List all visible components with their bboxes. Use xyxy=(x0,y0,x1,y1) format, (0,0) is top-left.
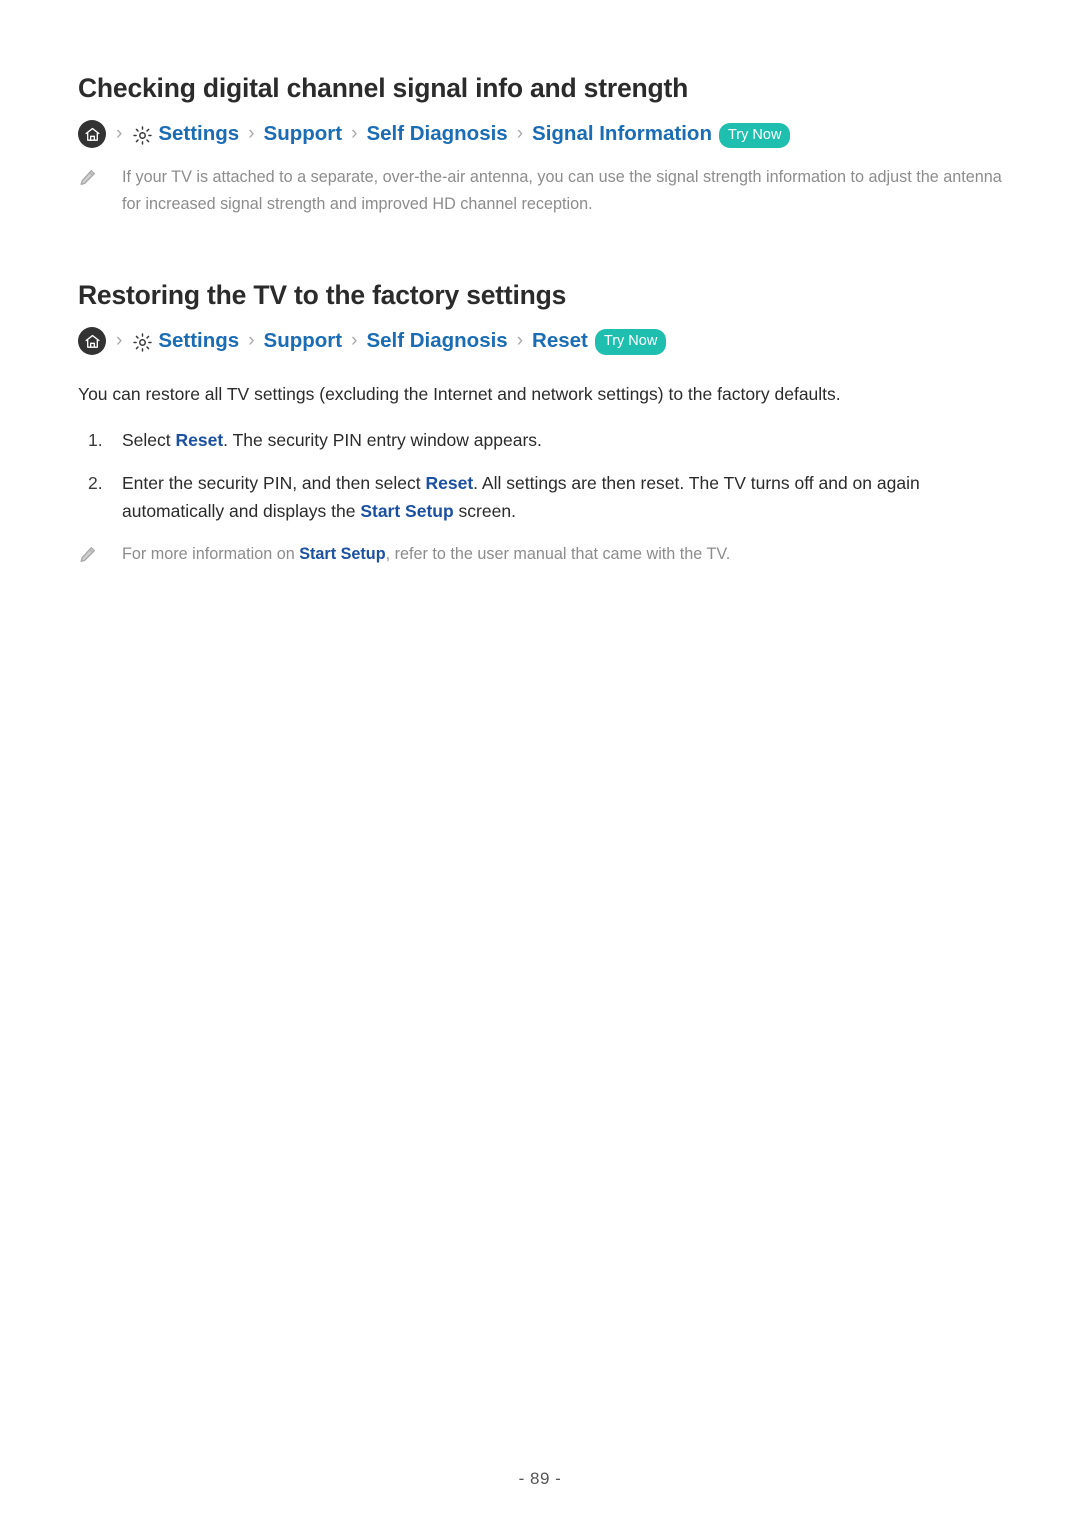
step-text: Select Reset. The security PIN entry win… xyxy=(122,426,1002,454)
breadcrumb-item-self-diagnosis[interactable]: Self Diagnosis xyxy=(366,330,507,352)
breadcrumb-signal-information: › Settings › Support › Self Diagnosis › … xyxy=(78,120,1002,149)
note-text-before: For more information on xyxy=(122,545,300,564)
step-text-after: . The security PIN entry window appears. xyxy=(223,430,542,451)
step-marker: 2. xyxy=(88,472,103,493)
note-signal-info: If your TV is attached to a separate, ov… xyxy=(78,164,1002,216)
breadcrumb-separator: › xyxy=(116,122,123,144)
step-text-before: Enter the security PIN, and then select xyxy=(122,472,426,493)
pencil-icon xyxy=(78,168,98,187)
link-reset[interactable]: Reset xyxy=(426,473,474,493)
link-start-setup[interactable]: Start Setup xyxy=(360,501,453,521)
page-number: - 89 - xyxy=(518,1469,562,1488)
try-now-badge-signal-information[interactable]: Try Now xyxy=(718,122,791,149)
gear-icon[interactable] xyxy=(131,331,153,353)
gear-icon[interactable] xyxy=(131,124,153,146)
breadcrumb-item-settings[interactable]: Settings xyxy=(158,330,239,352)
steps-list: 1. Select Reset. The security PIN entry … xyxy=(78,408,1002,525)
note-text: If your TV is attached to a separate, ov… xyxy=(122,168,1002,213)
step-marker: 1. xyxy=(88,430,103,451)
note-text-after: , refer to the user manual that came wit… xyxy=(385,545,731,564)
breadcrumb-separator: › xyxy=(351,122,358,144)
breadcrumb-separator: › xyxy=(248,329,255,351)
breadcrumb-item-support[interactable]: Support xyxy=(264,124,343,145)
manual-page: Checking digital channel signal info and… xyxy=(0,0,1080,1527)
page-title-signal-info: Checking digital channel signal info and… xyxy=(78,73,689,103)
step-text-before: Select xyxy=(122,430,176,451)
breadcrumb-separator: › xyxy=(351,329,358,351)
list-item: 2. Enter the security PIN, and then sele… xyxy=(78,469,1002,526)
note-start-setup: For more information on Start Setup, ref… xyxy=(78,541,1002,567)
breadcrumb-separator: › xyxy=(116,329,123,351)
pencil-icon xyxy=(78,545,98,564)
intro-paragraph: You can restore all TV settings (excludi… xyxy=(78,384,841,405)
page-title-factory-reset: Restoring the TV to the factory settings xyxy=(78,279,567,310)
breadcrumb-separator: › xyxy=(516,122,524,144)
link-reset[interactable]: Reset xyxy=(176,430,224,450)
breadcrumb-item-signal-information[interactable]: Signal Information xyxy=(532,124,712,145)
breadcrumb-item-support[interactable]: Support xyxy=(264,330,343,352)
note-text: For more information on Start Setup, ref… xyxy=(122,541,1002,567)
breadcrumb-item-settings[interactable]: Settings xyxy=(158,124,239,145)
step-text-after: screen. xyxy=(453,500,516,521)
home-icon[interactable] xyxy=(78,327,106,356)
home-icon[interactable] xyxy=(78,120,106,149)
breadcrumb-reset: › Settings › Support › Self Diagnosis › … xyxy=(78,327,1002,356)
breadcrumb-separator: › xyxy=(248,122,255,144)
list-item: 1. Select Reset. The security PIN entry … xyxy=(78,426,1002,454)
breadcrumb-separator: › xyxy=(516,329,524,351)
step-text: Enter the security PIN, and then select … xyxy=(122,469,1002,526)
breadcrumb-item-reset[interactable]: Reset xyxy=(532,330,588,352)
try-now-badge-reset[interactable]: Try Now xyxy=(594,329,667,355)
link-start-setup[interactable]: Start Setup xyxy=(299,545,385,563)
breadcrumb-item-self-diagnosis[interactable]: Self Diagnosis xyxy=(366,124,507,145)
